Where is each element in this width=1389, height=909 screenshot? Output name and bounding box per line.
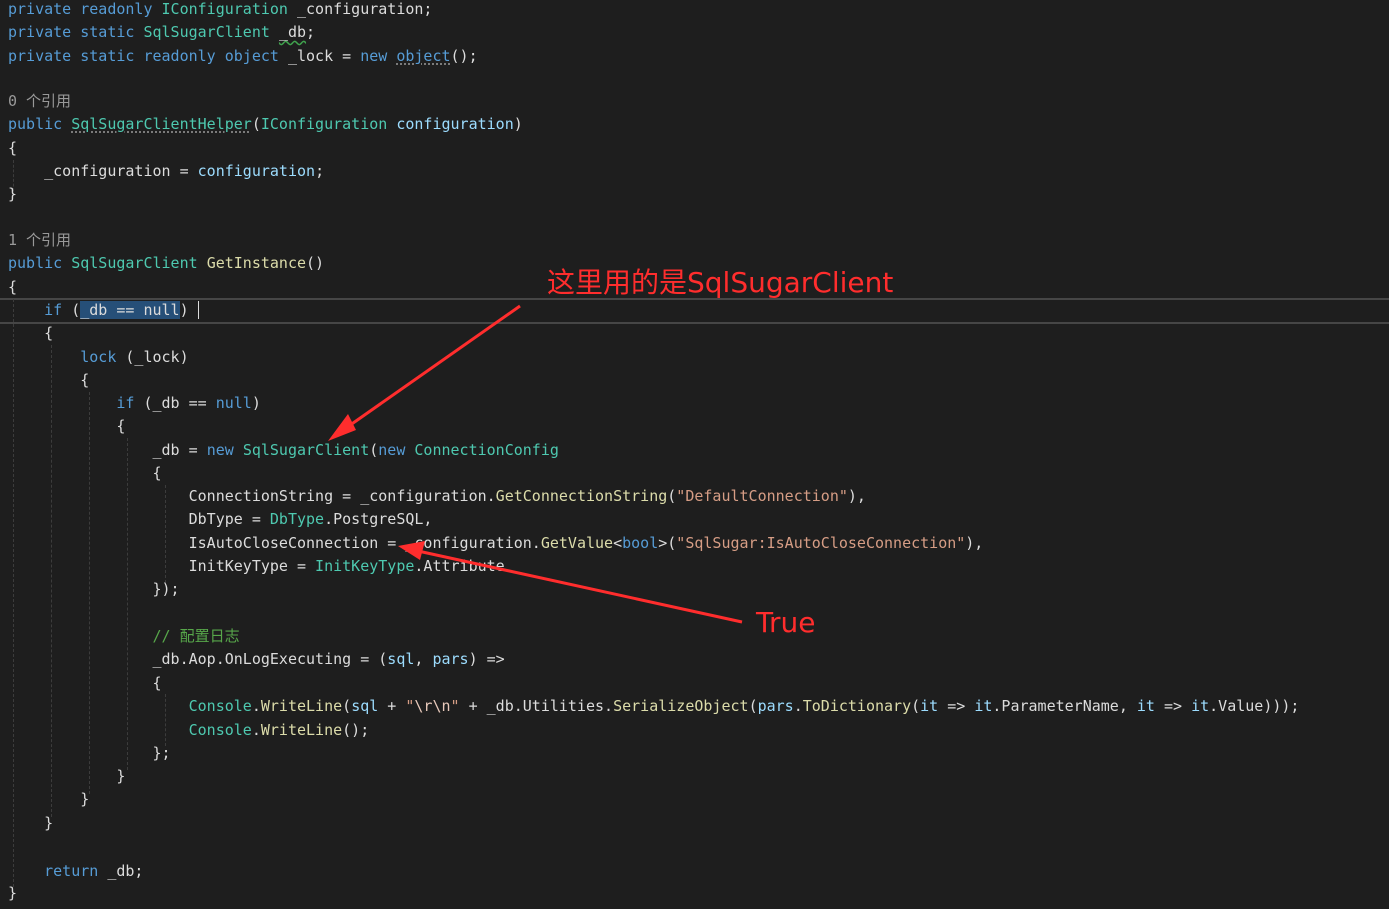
code-editor[interactable]: private readonly IConfiguration _configu… [0,0,1389,909]
arrow-to-isautocloseconnection [398,541,743,624]
arrow-to-sqlsugarclient [328,304,521,441]
annotation-label-sqlsugarclient: 这里用的是SqlSugarClient [547,266,894,299]
annotation-arrows [328,304,743,624]
annotation-label-true: True [756,606,816,639]
